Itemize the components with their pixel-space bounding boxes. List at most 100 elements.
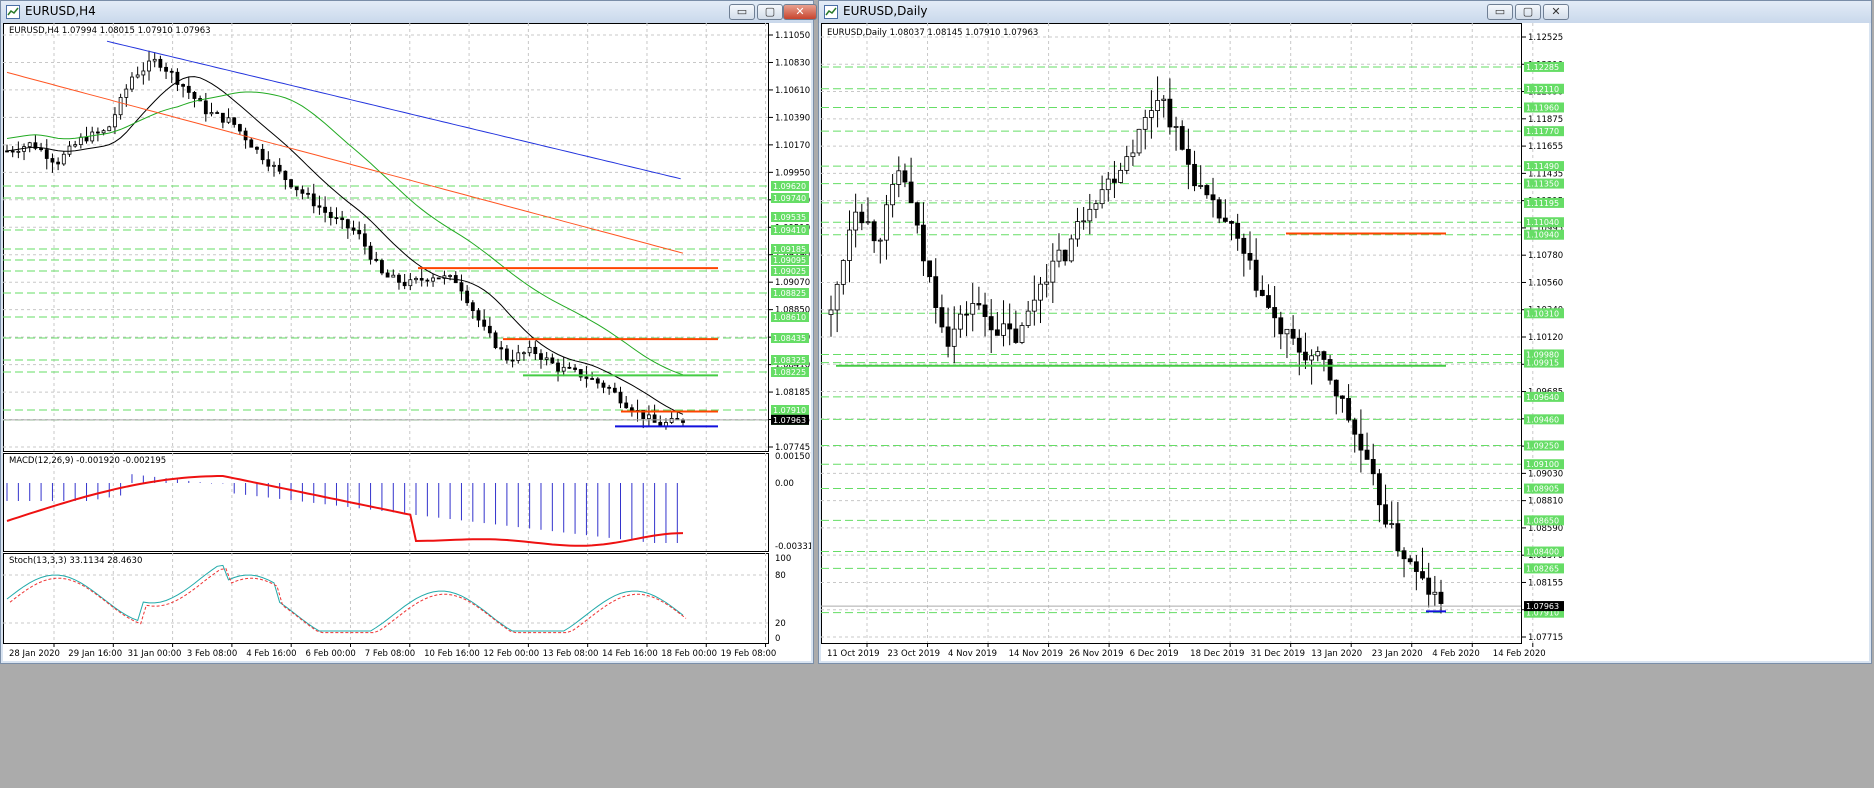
left-candle — [192, 92, 197, 99]
left-candle — [567, 366, 572, 369]
left-level-label: 1.08435 — [773, 334, 806, 343]
left-candle — [277, 164, 282, 172]
left-time-label: 19 Feb 08:00 — [721, 649, 777, 659]
right-candle — [1222, 217, 1228, 222]
right-chart-window[interactable]: EURUSD,Daily ▭ ▢ ✕ 1.125251.123101.12090… — [818, 0, 1872, 664]
left-close-button[interactable]: ✕ — [783, 4, 817, 20]
right-candle — [840, 260, 846, 285]
left-price-tick-label: 1.10390 — [775, 113, 810, 123]
right-time-label: 18 Dec 2019 — [1190, 649, 1244, 659]
right-level-label: 1.09250 — [1526, 442, 1559, 451]
left-title-bar[interactable]: EURUSD,H4 ▭ ▢ ✕ — [1, 1, 817, 23]
right-price-tick-label: 1.09030 — [1528, 469, 1563, 479]
right-candle — [1346, 398, 1351, 421]
right-candle — [933, 276, 939, 308]
left-candle — [590, 378, 595, 380]
left-candle — [255, 146, 259, 150]
left-candle — [186, 85, 191, 93]
right-candle — [1198, 185, 1204, 187]
right-chart-area[interactable]: 1.125251.123101.120901.118751.116551.114… — [821, 23, 1869, 661]
right-candle — [957, 313, 963, 330]
right-candle — [859, 211, 865, 224]
left-candle — [73, 144, 78, 147]
left-candle — [465, 290, 470, 304]
right-candle — [1105, 178, 1111, 191]
right-price-tick-label: 1.12525 — [1528, 33, 1563, 43]
right-candle — [1253, 259, 1259, 291]
left-chart-window[interactable]: EURUSD,H4 ▭ ▢ ✕ 1.11050 1.10830 1.10610 1.1… — [0, 0, 817, 664]
left-level-label: 1.09410 — [773, 226, 806, 235]
left-candle — [220, 112, 225, 123]
left-candle — [397, 274, 401, 283]
left-candle — [482, 319, 487, 327]
right-time-label: 31 Dec 2019 — [1251, 649, 1305, 659]
right-candle — [1130, 152, 1136, 158]
right-candle — [1142, 117, 1148, 130]
right-close-button[interactable]: ✕ — [1543, 4, 1569, 20]
left-time-label: 6 Feb 00:00 — [305, 649, 355, 659]
right-candle — [1358, 433, 1364, 451]
left-candle — [436, 277, 441, 280]
left-current-price-label: 1.07963 — [773, 416, 806, 425]
left-candle — [39, 147, 43, 151]
chart-window-icon — [6, 5, 20, 19]
left-chart-header: EURUSD,H4 1.07994 1.08015 1.07910 1.0796… — [9, 26, 211, 36]
left-restore-button[interactable]: ▢ — [757, 4, 783, 20]
right-title-bar[interactable]: EURUSD,Daily ▭ ▢ ✕ — [819, 1, 1871, 23]
right-time-label: 6 Dec 2019 — [1130, 649, 1179, 659]
right-candle — [1389, 523, 1395, 526]
left-time-label: 3 Feb 08:00 — [187, 649, 237, 659]
right-candle — [1192, 163, 1197, 187]
left-candle — [300, 189, 305, 194]
left-level-label: 1.09095 — [773, 256, 806, 265]
left-candle — [550, 357, 555, 364]
left-candle — [323, 206, 328, 213]
left-price-tick-label: 1.10610 — [775, 86, 810, 96]
left-candle — [561, 366, 566, 372]
right-candle — [1013, 328, 1019, 343]
left-candle — [612, 387, 617, 393]
left-candle — [431, 277, 435, 282]
left-candle — [209, 112, 214, 115]
left-candle — [203, 100, 208, 115]
left-candle — [391, 274, 396, 278]
right-level-label: 1.11040 — [1526, 218, 1559, 227]
left-price-tick-label: 1.11050 — [775, 31, 810, 41]
left-candle — [340, 217, 345, 221]
left-chart-area[interactable]: 1.11050 1.10830 1.10610 1.10390 1.10170 1.099… — [3, 23, 811, 661]
left-candle — [380, 260, 384, 274]
right-candle — [1025, 310, 1031, 326]
right-candle — [1229, 221, 1234, 224]
right-candle — [1038, 283, 1043, 301]
left-candle — [510, 359, 515, 362]
right-candle — [1179, 126, 1185, 150]
right-candle — [865, 221, 871, 224]
left-candle — [618, 391, 623, 404]
left-minimize-button[interactable]: ▭ — [729, 4, 755, 20]
right-restore-button[interactable]: ▢ — [1515, 4, 1541, 20]
left-candle — [124, 88, 129, 98]
left-candle — [601, 382, 606, 388]
left-candle — [27, 142, 32, 148]
left-candle — [283, 170, 288, 181]
left-candle — [78, 136, 83, 146]
right-minimize-button[interactable]: ▭ — [1487, 4, 1513, 20]
left-candle — [402, 281, 407, 287]
left-level-label: 1.09620 — [773, 182, 806, 191]
left-candle — [357, 229, 362, 235]
right-candle — [1395, 523, 1401, 552]
left-candle — [107, 126, 112, 132]
left-price-tick-label: 1.10170 — [775, 141, 810, 151]
left-time-label: 14 Feb 16:00 — [602, 649, 658, 659]
left-time-label: 31 Jan 00:00 — [128, 649, 182, 659]
left-level-label: 1.07910 — [773, 406, 806, 415]
right-candle — [976, 303, 982, 306]
left-candle — [448, 275, 452, 277]
left-time-label: 29 Jan 16:00 — [68, 649, 122, 659]
right-candle — [1383, 504, 1388, 525]
right-candle — [1432, 591, 1438, 595]
left-candle — [232, 117, 237, 125]
right-candle — [890, 184, 896, 206]
left-candle — [130, 76, 134, 90]
left-level-label: 1.08325 — [773, 356, 806, 365]
